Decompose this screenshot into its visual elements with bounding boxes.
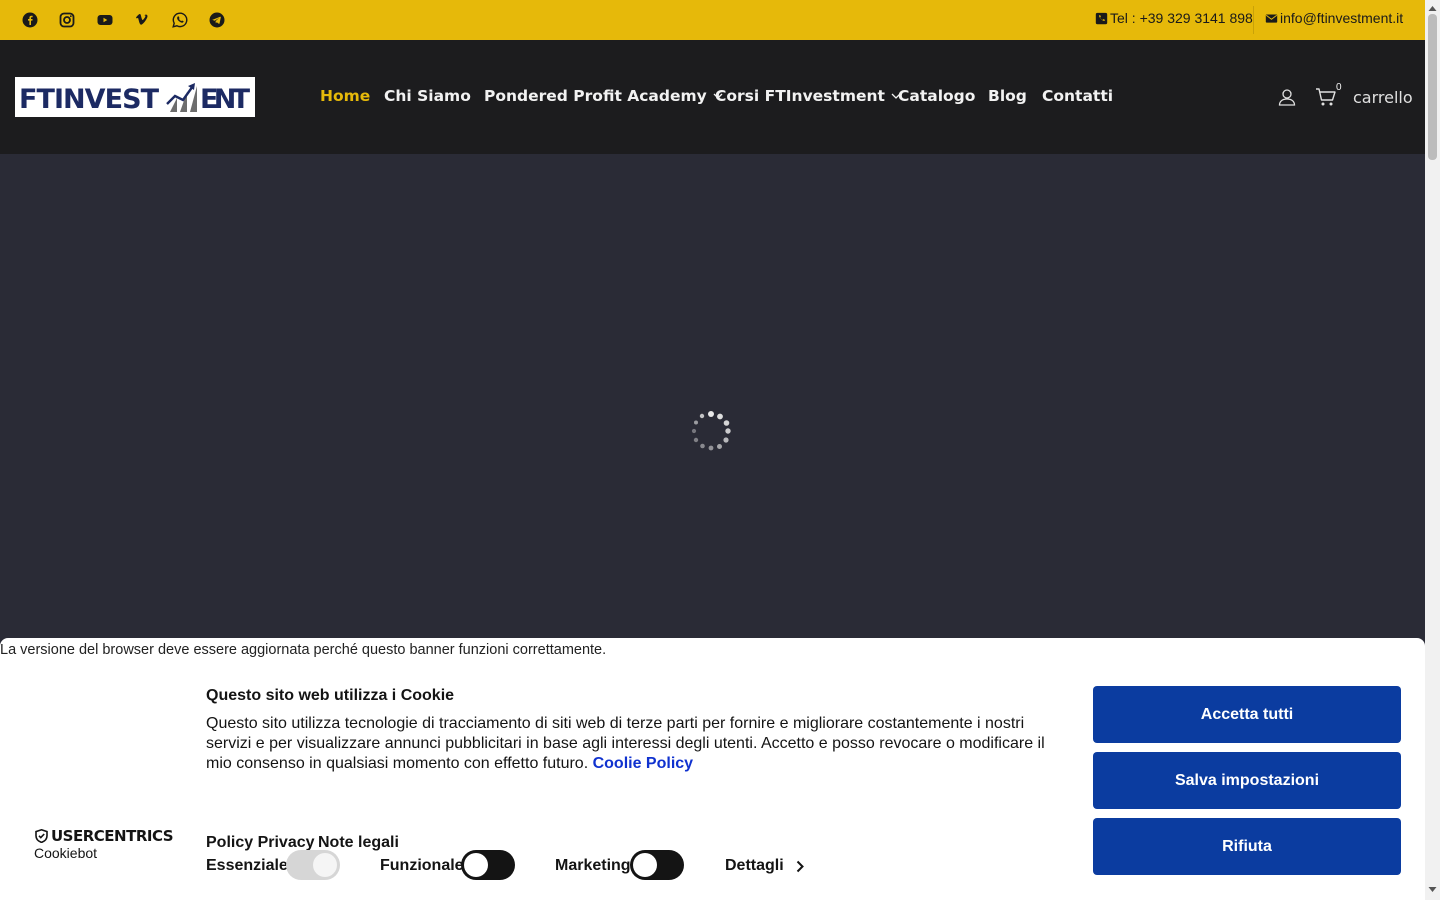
nav-contatti-label: Contatti xyxy=(1042,87,1114,105)
details-label: Dettagli xyxy=(725,857,784,874)
toggle-knob xyxy=(464,853,488,877)
toggle-marketing[interactable] xyxy=(630,850,684,880)
cookiebot-label: Cookiebot xyxy=(34,845,98,861)
loading-spinner-icon xyxy=(691,411,731,451)
svg-text:FTINVEST: FTINVEST xyxy=(19,84,160,115)
note-legali-link[interactable]: Note legali xyxy=(318,834,399,852)
telegram-icon[interactable] xyxy=(208,11,226,29)
envelope-icon xyxy=(1265,13,1278,23)
email-text: info@ftinvestment.it xyxy=(1280,10,1404,26)
ftinvestment-logo: FTINVEST ENT xyxy=(19,83,251,115)
browser-warning: La versione del browser deve essere aggi… xyxy=(0,642,607,658)
toggle-essenziale[interactable] xyxy=(286,850,340,880)
nav-contatti[interactable]: Contatti xyxy=(1042,87,1113,105)
reject-button[interactable]: Rifiuta xyxy=(1093,818,1401,875)
cookie-consent-banner: La versione del browser deve essere aggi… xyxy=(0,638,1425,900)
nav-chi-siamo[interactable]: Chi Siamo xyxy=(384,87,471,105)
nav-home[interactable]: Home xyxy=(320,87,370,105)
svg-text:ENT: ENT xyxy=(200,84,251,115)
toggle-knob xyxy=(313,853,337,877)
site-logo[interactable]: FTINVEST ENT xyxy=(15,77,255,117)
phone-text: Tel : +39 329 3141 898 xyxy=(1110,10,1253,26)
nav-corsi-ftinvestment[interactable]: Corsi FTInvestment xyxy=(715,87,901,105)
cookie-policy-link[interactable]: Coolie Policy xyxy=(593,755,693,772)
toggle-marketing-label: Marketing xyxy=(555,857,631,874)
nav-blog[interactable]: Blog xyxy=(988,87,1027,105)
shopping-cart-icon[interactable] xyxy=(1315,87,1337,107)
usercentrics-brand: USERCENTRICS xyxy=(51,827,174,845)
nav-home-label: Home xyxy=(320,87,371,105)
divider xyxy=(1253,6,1254,34)
scroll-down-arrow-icon[interactable] xyxy=(1428,886,1437,894)
cookie-title: Questo sito web utilizza i Cookie xyxy=(206,687,455,704)
scroll-up-arrow-icon[interactable] xyxy=(1428,4,1437,12)
phone-icon xyxy=(1095,12,1108,24)
cart-link[interactable]: carrello xyxy=(1353,88,1413,107)
details-toggle[interactable]: Dettagli xyxy=(725,857,804,875)
usercentrics-logo: USERCENTRICS xyxy=(35,827,174,845)
nav-chi-siamo-label: Chi Siamo xyxy=(384,87,471,105)
toggle-essenziale-label: Essenziale xyxy=(206,857,288,874)
toggle-funzionale[interactable] xyxy=(461,850,515,880)
email-contact[interactable]: info@ftinvestment.it xyxy=(1265,10,1403,26)
nav-ppa-label: Pondered Profit Academy xyxy=(484,87,707,105)
save-settings-button[interactable]: Salva impostazioni xyxy=(1093,752,1401,809)
instagram-icon[interactable] xyxy=(58,11,76,29)
cart-count-badge: 0 xyxy=(1336,82,1342,93)
toggle-knob xyxy=(633,853,657,877)
nav-blog-label: Blog xyxy=(988,87,1027,105)
phone-contact[interactable]: Tel : +39 329 3141 898 xyxy=(1095,10,1253,26)
nav-corsi-label: Corsi FTInvestment xyxy=(715,87,885,105)
scrollbar-thumb[interactable] xyxy=(1428,14,1437,160)
facebook-icon[interactable] xyxy=(21,11,39,29)
vimeo-icon[interactable] xyxy=(134,11,152,29)
nav-catalogo-label: Catalogo xyxy=(898,87,976,105)
main-header: FTINVEST ENT Home Chi Siamo Pondered Pro… xyxy=(0,40,1425,154)
whatsapp-icon[interactable] xyxy=(171,11,189,29)
nav-catalogo[interactable]: Catalogo xyxy=(898,87,975,105)
nav-pondered-profit-academy[interactable]: Pondered Profit Academy xyxy=(484,87,723,105)
youtube-icon[interactable] xyxy=(96,11,114,29)
cookie-description: Questo sito utilizza tecnologie di tracc… xyxy=(206,714,1056,774)
shield-icon xyxy=(35,829,48,843)
top-bar: Tel : +39 329 3141 898 info@ftinvestment… xyxy=(0,0,1425,40)
toggle-funzionale-label: Funzionale xyxy=(380,857,464,874)
accept-all-button[interactable]: Accetta tutti xyxy=(1093,686,1401,743)
user-account-icon[interactable] xyxy=(1278,88,1296,106)
chevron-right-icon xyxy=(796,860,804,872)
